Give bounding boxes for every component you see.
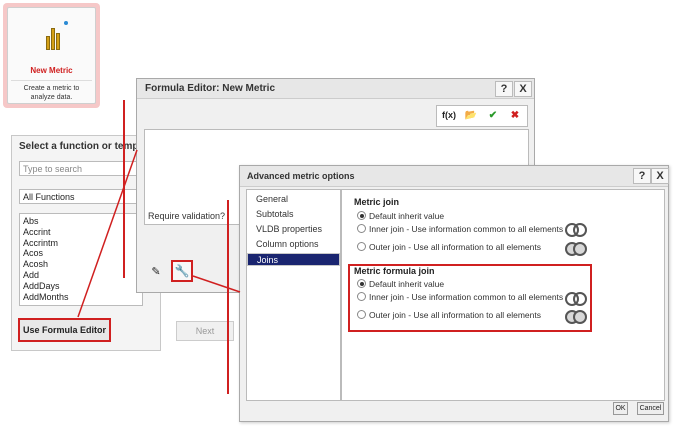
- callout-line: [192, 275, 241, 293]
- callout-connectors: [77, 149, 241, 318]
- callout-line: [77, 149, 138, 318]
